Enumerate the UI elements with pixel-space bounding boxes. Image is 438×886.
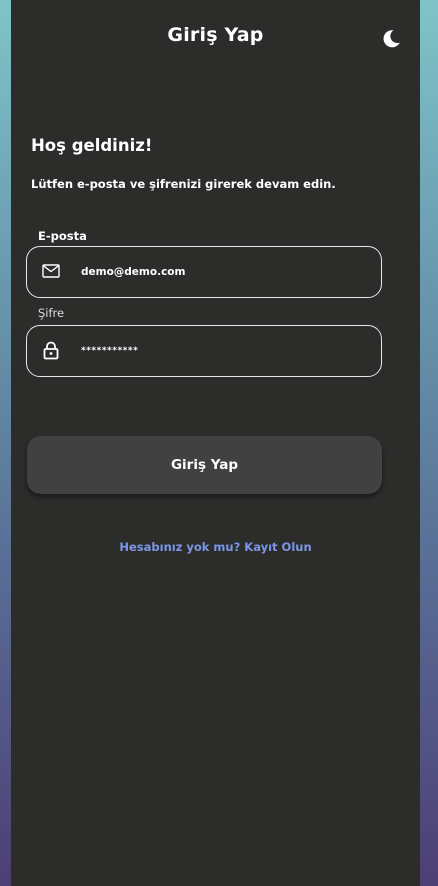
email-input[interactable] (81, 247, 371, 296)
page-title: Giriş Yap (167, 24, 264, 46)
password-label: Şifre (38, 306, 65, 320)
app-screen: Giriş Yap Hoş geldiniz! Lütfen e-posta v… (11, 0, 420, 886)
login-button[interactable]: Giriş Yap (27, 436, 382, 494)
signup-link[interactable]: Hesabınız yok mu? Kayıt Olun (11, 540, 420, 554)
welcome-subtitle: Lütfen e-posta ve şifrenizi girerek deva… (31, 177, 336, 191)
app-header: Giriş Yap (11, 0, 420, 80)
email-label: E-posta (38, 229, 87, 243)
mail-icon (42, 264, 60, 278)
moon-icon (383, 30, 400, 48)
email-field[interactable] (26, 246, 382, 298)
welcome-heading: Hoş geldiniz! (31, 136, 153, 155)
password-field[interactable] (26, 325, 382, 377)
password-input[interactable] (81, 326, 371, 375)
lock-icon (43, 341, 59, 360)
theme-toggle-button[interactable] (379, 27, 403, 51)
